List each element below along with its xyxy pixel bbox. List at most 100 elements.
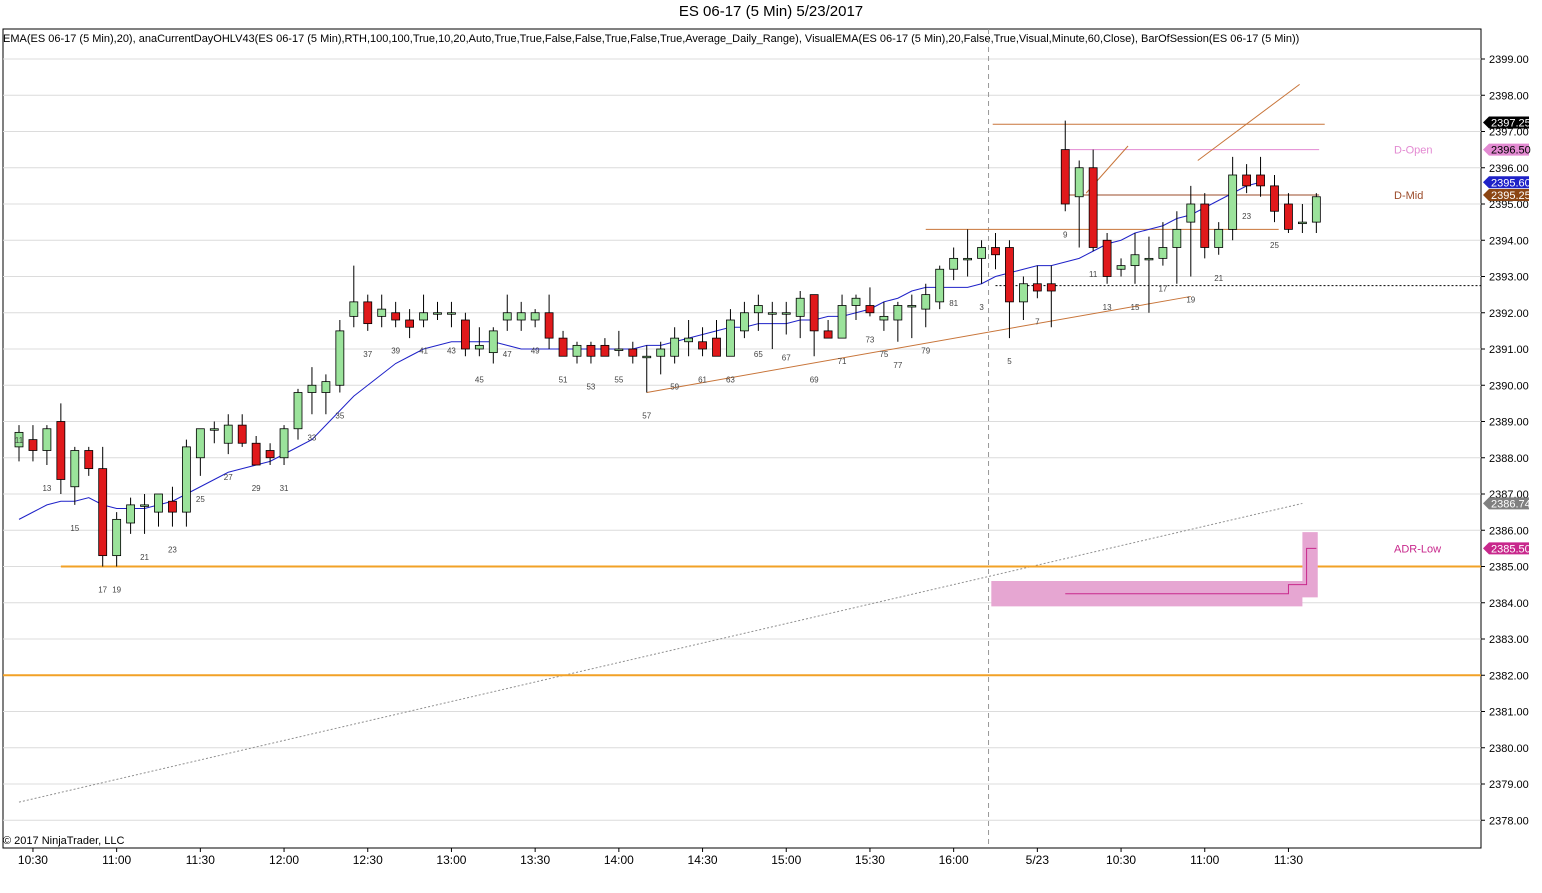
candle-body <box>851 297 861 306</box>
candle-body <box>1102 239 1112 277</box>
bar-number-label: 15 <box>1131 303 1140 312</box>
candle-body <box>140 504 149 507</box>
candle-body <box>251 442 261 466</box>
y-tick-label: 2388.00 <box>1489 453 1529 465</box>
candle-body <box>949 257 959 270</box>
candle-body <box>28 439 38 451</box>
bar-number-label: 77 <box>893 361 902 370</box>
bar-number-label: 25 <box>196 495 205 504</box>
candle-body <box>1256 174 1265 187</box>
candle-body <box>628 348 638 357</box>
candle-body <box>726 319 735 357</box>
bar-number-label: 51 <box>559 375 568 384</box>
candle-body <box>223 424 233 444</box>
candle-body <box>1005 247 1014 303</box>
bar-number-label: 57 <box>642 412 651 421</box>
candle-body <box>1186 203 1196 223</box>
price-tag-label: 2386.74 <box>1491 498 1531 510</box>
bar-number-label: 7 <box>1035 317 1040 326</box>
candle-body <box>168 500 177 513</box>
candle-body <box>823 330 833 339</box>
x-tick-label: 11:30 <box>1274 853 1303 867</box>
candle-body <box>1172 228 1182 248</box>
y-tick-label: 2378.00 <box>1489 815 1529 827</box>
x-tick-label: 10:30 <box>18 853 48 867</box>
candle-body <box>279 428 289 459</box>
candle-body <box>879 315 889 321</box>
candle-body <box>181 446 191 513</box>
candle-body <box>642 355 652 359</box>
bar-number-label: 17 <box>98 586 107 595</box>
x-tick-label: 13:00 <box>436 853 466 867</box>
candle-body <box>1284 203 1293 230</box>
candle-body <box>740 312 749 332</box>
y-tick-label: 2389.00 <box>1489 417 1529 429</box>
bar-number-label: 47 <box>503 350 512 359</box>
y-tick-label: 2386.00 <box>1489 525 1529 537</box>
candle-body <box>433 312 442 315</box>
x-tick-label: 14:30 <box>688 853 718 867</box>
candle-body <box>349 301 359 317</box>
chart-canvas[interactable]: 2378.00 2379.00 2380.00 2381.00 2382.00 2383.… <box>0 0 1542 893</box>
candle-body <box>530 312 540 321</box>
candle-body <box>98 468 108 557</box>
bar-number-label: 19 <box>112 586 121 595</box>
candle-body <box>321 381 331 393</box>
candle-body <box>488 330 498 354</box>
y-tick-label: 2391.00 <box>1489 344 1529 356</box>
candle-body <box>1144 257 1154 261</box>
bar-number-label: 9 <box>1063 230 1068 239</box>
candle-body <box>921 294 931 310</box>
candle-body <box>447 312 456 315</box>
adr-band <box>991 532 1318 607</box>
candle-body <box>1046 283 1056 292</box>
y-tick-label: 2381.00 <box>1489 707 1529 719</box>
bar-number-label: 11 <box>15 436 24 445</box>
bar-number-label: 59 <box>670 383 679 392</box>
bar-number-label: 67 <box>782 354 791 363</box>
bar-number-label: 25 <box>1270 241 1279 250</box>
candle-body <box>837 305 847 339</box>
adr-low-label: ADR-Low <box>1394 543 1441 555</box>
candle-body <box>656 348 666 357</box>
y-tick-label: 2385.00 <box>1489 562 1529 574</box>
candle-body <box>1130 254 1140 267</box>
candle-body <box>614 348 624 351</box>
candle-body <box>586 344 596 357</box>
candle-body <box>698 341 707 350</box>
candle-body <box>907 305 917 308</box>
candle-body <box>865 305 875 314</box>
candle-body <box>781 312 791 315</box>
bar-number-label: 49 <box>531 346 540 355</box>
bar-number-label: 21 <box>140 553 149 562</box>
bar-number-label: 81 <box>949 299 958 308</box>
candle-body <box>126 504 135 524</box>
candle-body <box>1019 283 1028 303</box>
y-tick-label: 2390.00 <box>1489 380 1529 392</box>
candle-body <box>1200 203 1210 248</box>
d-mid-label: D-Mid <box>1394 190 1423 202</box>
x-tick-label: 5/23 <box>1026 853 1050 867</box>
bar-number-label: 5 <box>1007 357 1012 366</box>
candle-body <box>405 319 415 328</box>
y-tick-label: 2394.00 <box>1489 235 1529 247</box>
price-tag-label: 2385.50 <box>1491 543 1531 555</box>
bar-number-label: 35 <box>335 412 344 421</box>
candle-body <box>112 518 122 557</box>
candle-body <box>1088 167 1098 248</box>
y-tick-label: 2384.00 <box>1489 598 1529 610</box>
trend-line-b <box>1197 83 1300 161</box>
x-tick-label: 12:30 <box>353 853 383 867</box>
candle-body <box>795 297 805 317</box>
y-tick-label: 2392.00 <box>1489 308 1529 320</box>
x-tick-label: 16:00 <box>939 853 969 867</box>
price-tag-label: 2397.25 <box>1491 117 1531 129</box>
bar-number-label: 61 <box>698 375 707 384</box>
bar-number-label: 53 <box>586 383 595 392</box>
candle-body <box>363 301 373 325</box>
d-open-label: D-Open <box>1394 145 1433 157</box>
bar-number-label: 29 <box>252 484 261 493</box>
candle-body <box>195 428 205 459</box>
bar-number-label: 31 <box>280 484 289 493</box>
bar-number-label: 71 <box>838 357 847 366</box>
